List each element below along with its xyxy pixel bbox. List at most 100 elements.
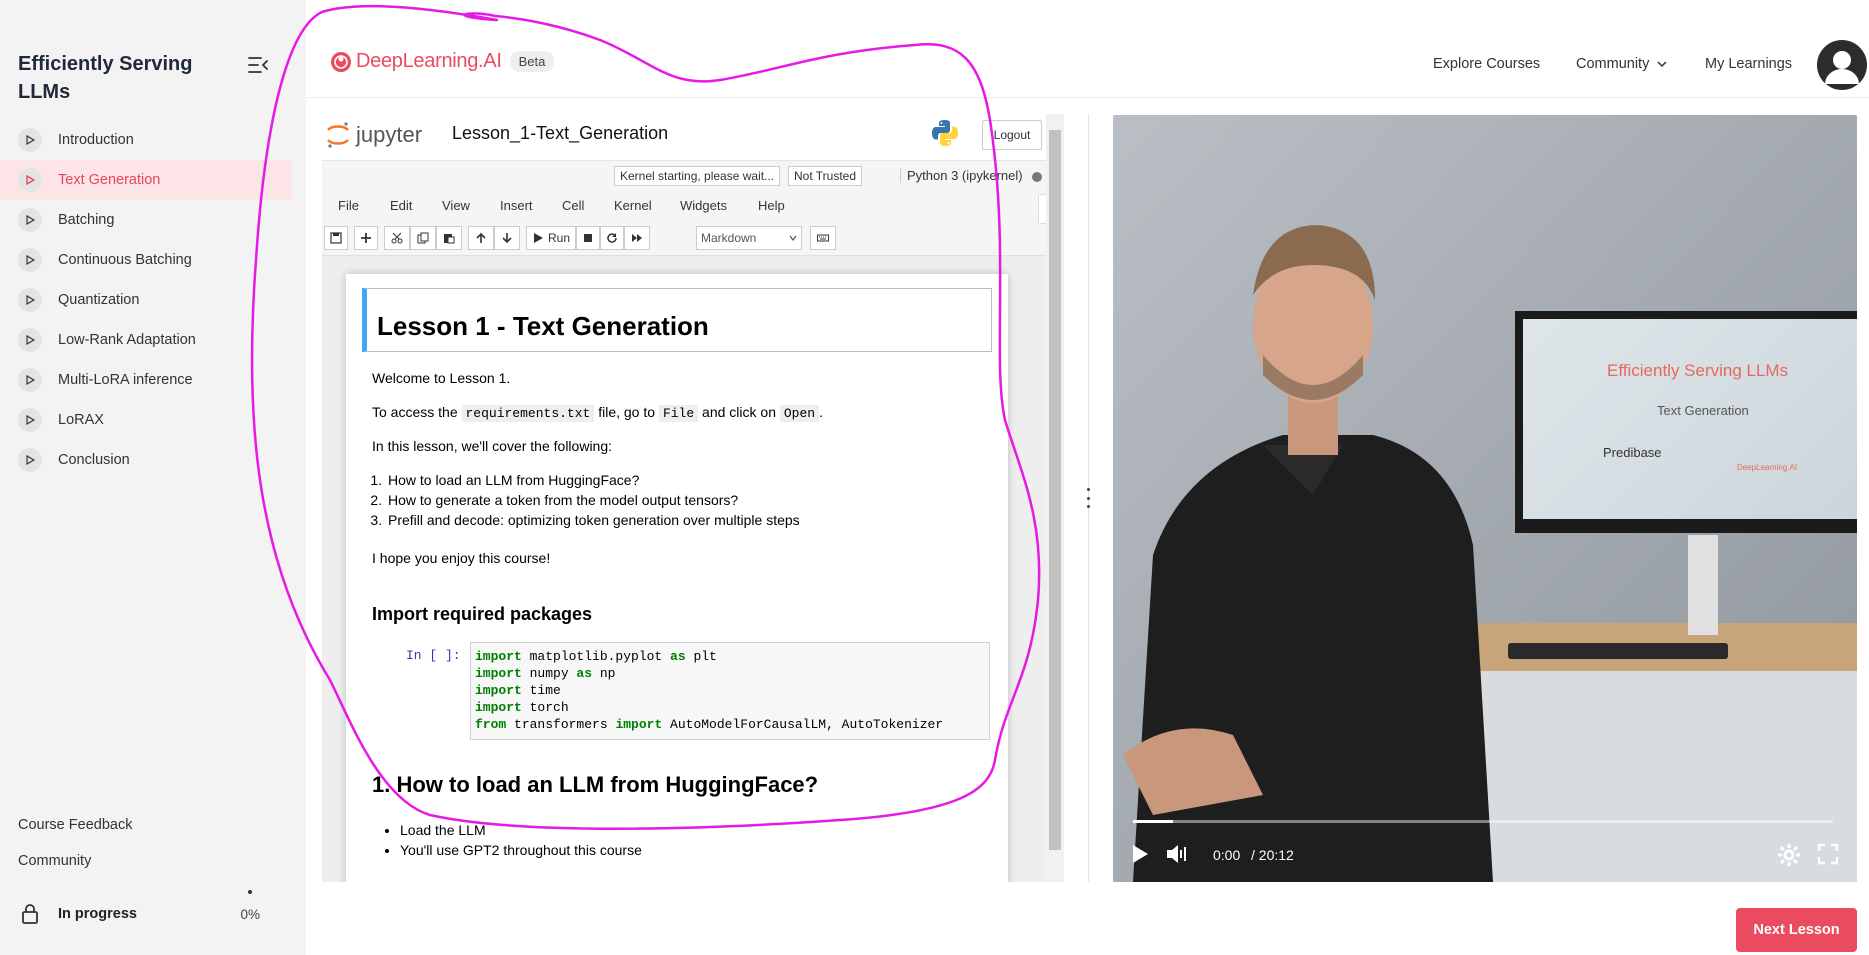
progress-status: In progress 0%: [18, 890, 266, 928]
play-icon[interactable]: [1129, 843, 1151, 865]
stop-icon[interactable]: [576, 226, 600, 250]
lesson-item-introduction[interactable]: Introduction: [0, 120, 292, 160]
deeplearning-ai-logo[interactable]: DeepLearning.AI Beta: [330, 50, 555, 73]
run-button[interactable]: Run: [526, 226, 576, 250]
lesson-item-batching[interactable]: Batching: [0, 200, 292, 240]
access-text-4: .: [819, 404, 823, 420]
explore-courses-link[interactable]: Explore Courses: [1433, 56, 1540, 72]
menu-widgets[interactable]: Widgets: [680, 198, 727, 213]
kernel-status-bar: Kernel starting, please wait... Not Trus…: [322, 160, 1048, 190]
lesson-label: Introduction: [58, 132, 134, 148]
lesson-label: LoRAX: [58, 412, 104, 428]
import-heading: Import required packages: [372, 604, 593, 624]
lesson-item-text-generation[interactable]: Text Generation: [0, 160, 292, 200]
menu-insert[interactable]: Insert: [500, 198, 533, 213]
lesson-item-continuous-batching[interactable]: Continuous Batching: [0, 240, 292, 280]
scrollbar-thumb[interactable]: [1049, 130, 1061, 850]
code-cell[interactable]: import matplotlib.pyplot as plt import n…: [470, 642, 990, 740]
video-player[interactable]: Efficiently Serving LLMs Text Generation…: [1113, 115, 1857, 882]
insert-cell-icon[interactable]: [354, 226, 378, 250]
logo-text: DeepLearning.AI: [356, 50, 502, 72]
cell-type-select[interactable]: Markdown: [696, 226, 802, 250]
inline-code-open: Open: [779, 405, 820, 422]
slide-deeplearning-logo: DeepLearning.AI: [1737, 463, 1798, 472]
lesson-item-quantization[interactable]: Quantization: [0, 280, 292, 320]
kernel-name[interactable]: Python 3 (ipykernel): [900, 168, 1023, 183]
inline-code-file: File: [658, 405, 699, 422]
volume-icon[interactable]: [1165, 843, 1191, 865]
lesson-item-lorax[interactable]: LoRAX: [0, 400, 292, 440]
logout-button[interactable]: Logout: [982, 120, 1042, 150]
slide-title: Efficiently Serving LLMs: [1607, 361, 1789, 380]
jupyter-logo[interactable]: jupyter: [326, 120, 436, 150]
jupyter-header: jupyter Lesson_1-Text_Generation Logout: [322, 114, 1064, 160]
resize-handle-icon[interactable]: [1084, 488, 1092, 508]
course-feedback-link[interactable]: Course Feedback: [18, 815, 278, 851]
top-navbar: DeepLearning.AI Beta Explore Courses Com…: [306, 0, 1869, 98]
fullscreen-icon[interactable]: [1817, 843, 1839, 865]
lock-icon: [18, 902, 42, 926]
menu-kernel[interactable]: Kernel: [614, 198, 652, 213]
cut-icon[interactable]: [384, 226, 410, 250]
lesson-label: Continuous Batching: [58, 252, 192, 268]
list-item: How to load an LLM from HuggingFace?: [386, 470, 800, 490]
monitor-screen: Efficiently Serving LLMs Text Generation…: [1523, 319, 1857, 519]
next-lesson-button[interactable]: Next Lesson: [1736, 908, 1857, 952]
settings-gear-icon[interactable]: [1777, 843, 1801, 867]
my-learnings-link[interactable]: My Learnings: [1705, 56, 1792, 72]
lesson-item-conclusion[interactable]: Conclusion: [0, 440, 292, 480]
access-text-1: To access the: [372, 404, 458, 420]
video-seek-bar[interactable]: [1133, 820, 1833, 823]
panel-scrollbar[interactable]: [1046, 114, 1064, 882]
play-icon: [18, 448, 42, 472]
menu-help[interactable]: Help: [758, 198, 785, 213]
collapse-sidebar-icon[interactable]: [246, 54, 270, 76]
menu-file[interactable]: File: [338, 198, 359, 213]
lesson-item-low-rank-adaptation[interactable]: Low-Rank Adaptation: [0, 320, 292, 360]
jupyter-toolbar: Run Markdown: [322, 220, 1048, 256]
copy-icon[interactable]: [410, 226, 436, 250]
lesson-item-multi-lora-inference[interactable]: Multi-LoRA inference: [0, 360, 292, 400]
menu-view[interactable]: View: [442, 198, 470, 213]
not-trusted-button[interactable]: Not Trusted: [788, 166, 863, 186]
play-icon: [18, 208, 42, 232]
input-prompt: In [ ]:: [406, 648, 461, 663]
notebook-name[interactable]: Lesson_1-Text_Generation: [452, 123, 668, 144]
lesson-label: Quantization: [58, 292, 140, 308]
restart-run-all-icon[interactable]: [624, 226, 650, 250]
lesson-label: Batching: [58, 212, 115, 228]
sidebar-footer: Course Feedback Community: [18, 815, 278, 887]
access-text-3: and click on: [702, 404, 776, 420]
code-line: from transformers import AutoModelForCau…: [475, 717, 944, 732]
jupyter-menu-bar: File Edit View Insert Cell Kernel Widget…: [322, 190, 1048, 220]
run-label: Run: [547, 231, 570, 245]
lesson-label: Conclusion: [58, 452, 130, 468]
user-avatar[interactable]: [1817, 40, 1867, 90]
move-up-icon[interactable]: [468, 226, 494, 250]
restart-icon[interactable]: [600, 226, 624, 250]
kernel-busy-indicator: [1032, 172, 1042, 182]
community-menu[interactable]: Community: [1576, 56, 1667, 72]
chevron-down-icon: [1657, 61, 1667, 68]
predibase-logo: Predibase: [1603, 445, 1662, 460]
progress-dot: [248, 890, 252, 894]
selected-markdown-cell[interactable]: Lesson 1 - Text Generation: [362, 288, 992, 352]
code-line: import torch: [475, 700, 569, 715]
bullet-list: Load the LLM You'll use GPT2 throughout …: [400, 820, 642, 860]
sidebar: Efficiently Serving LLMs Introduction Te…: [0, 0, 306, 955]
lesson-list: Introduction Text Generation Batching Co…: [0, 120, 292, 480]
logo-mark-icon: [331, 51, 351, 72]
jupyter-logo-text: jupyter: [356, 122, 423, 147]
menu-edit[interactable]: Edit: [390, 198, 412, 213]
community-link[interactable]: Community: [18, 851, 278, 887]
lesson-label: Multi-LoRA inference: [58, 372, 193, 388]
paste-icon[interactable]: [436, 226, 462, 250]
list-item: Load the LLM: [400, 820, 642, 840]
notebook-title: Lesson 1 - Text Generation: [377, 311, 709, 341]
keyboard-icon[interactable]: [810, 226, 836, 250]
list-item: You'll use GPT2 throughout this course: [400, 840, 642, 860]
save-icon[interactable]: [324, 226, 348, 250]
move-down-icon[interactable]: [494, 226, 520, 250]
jupyter-logo-icon: [327, 122, 349, 148]
menu-cell[interactable]: Cell: [562, 198, 584, 213]
